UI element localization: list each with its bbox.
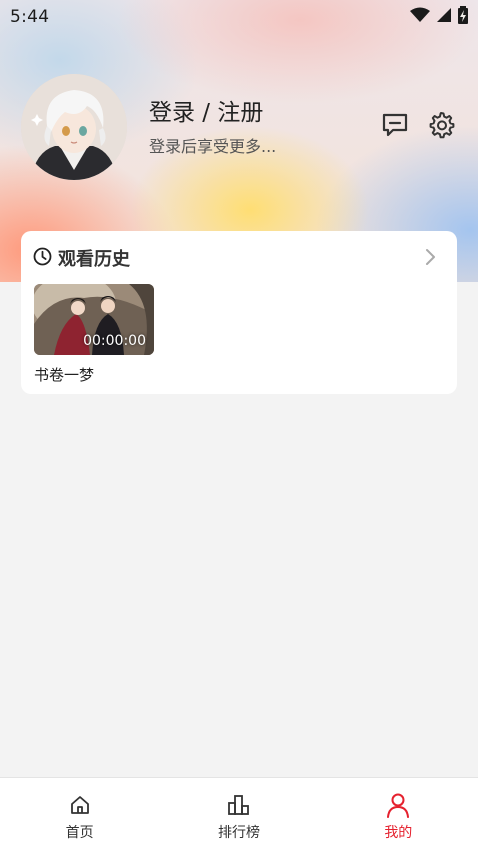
login-register-link[interactable]: 登录 / 注册 [149, 93, 263, 127]
bottom-navigation: 首页 排行榜 我的 [0, 777, 478, 851]
signal-icon [436, 7, 452, 27]
nav-label-home: 首页 [65, 825, 94, 841]
ranking-icon [226, 792, 252, 818]
user-icon [385, 792, 411, 818]
history-video-item[interactable]: 00:00:00 书卷一梦 [34, 284, 154, 385]
message-icon [381, 112, 409, 142]
home-icon [67, 792, 93, 818]
nav-item-home[interactable]: 首页 [0, 778, 159, 851]
gear-icon [427, 111, 455, 143]
watch-history-header[interactable]: 观看历史 [33, 245, 130, 271]
login-hint: 登录后享受更多... [149, 137, 277, 156]
video-duration: 00:00:00 [83, 333, 146, 349]
watch-history-card: 观看历史 00:00:00 书卷一梦 [21, 231, 457, 394]
avatar[interactable] [21, 74, 127, 180]
clock-icon [33, 247, 52, 270]
nav-label-ranking: 排行榜 [217, 825, 260, 841]
settings-button[interactable] [426, 112, 456, 142]
wifi-icon [410, 7, 430, 27]
battery-charging-icon [458, 6, 468, 28]
message-button[interactable] [380, 112, 410, 142]
video-thumbnail: 00:00:00 [34, 284, 154, 355]
chevron-right-icon[interactable] [423, 247, 437, 267]
watch-history-title: 观看历史 [58, 249, 130, 270]
status-icons [410, 6, 468, 28]
status-bar: 5:44 [0, 0, 478, 34]
video-title: 书卷一梦 [34, 366, 95, 384]
nav-label-mine: 我的 [384, 825, 413, 841]
nav-item-ranking[interactable]: 排行榜 [159, 778, 318, 851]
nav-item-mine[interactable]: 我的 [319, 778, 478, 851]
status-time: 5:44 [10, 7, 50, 27]
